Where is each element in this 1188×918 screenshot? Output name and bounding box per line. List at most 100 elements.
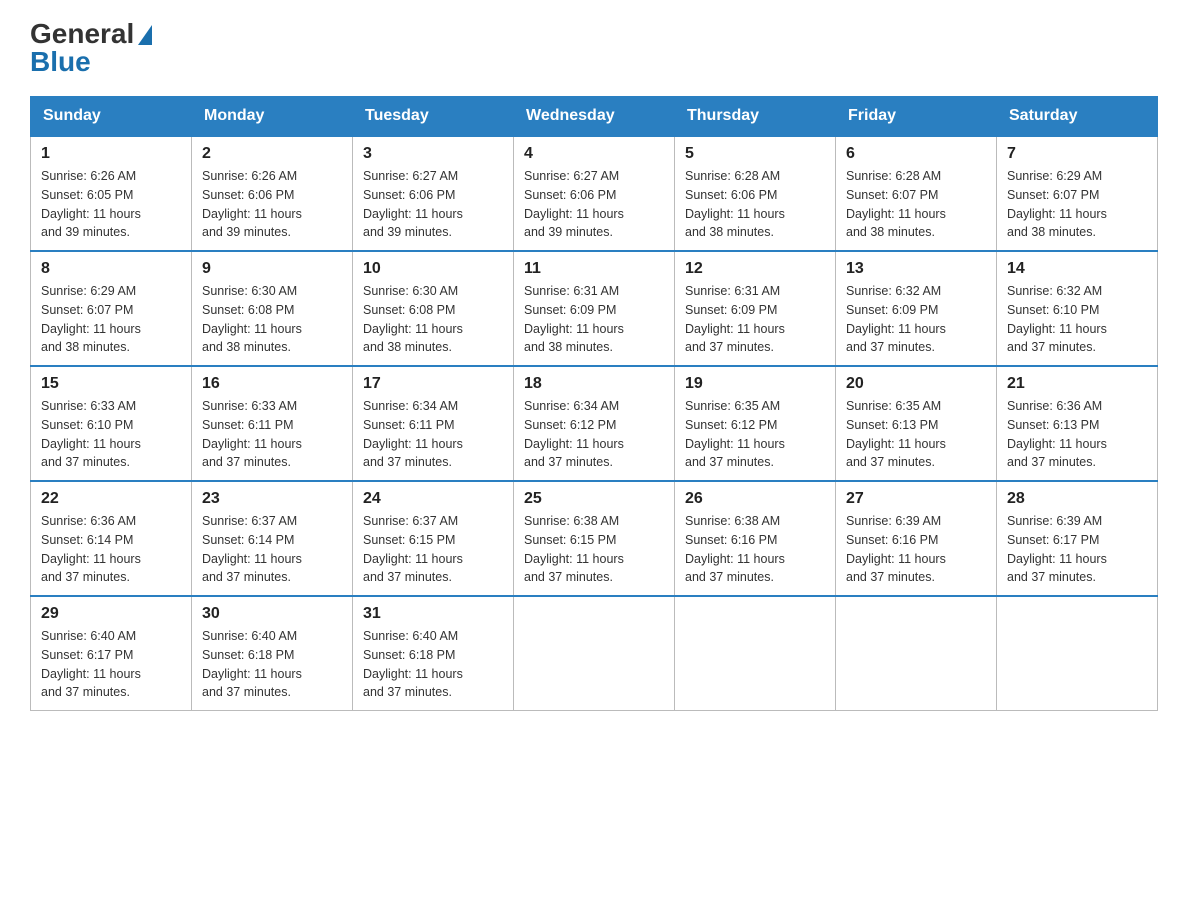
calendar-cell: 1 Sunrise: 6:26 AMSunset: 6:05 PMDaylight… (31, 136, 192, 251)
calendar-cell: 19 Sunrise: 6:35 AMSunset: 6:12 PMDayligh… (675, 366, 836, 481)
day-info: Sunrise: 6:37 AMSunset: 6:14 PMDaylight:… (202, 512, 342, 587)
day-info: Sunrise: 6:39 AMSunset: 6:16 PMDaylight:… (846, 512, 986, 587)
calendar-cell: 29 Sunrise: 6:40 AMSunset: 6:17 PMDayligh… (31, 596, 192, 711)
day-info: Sunrise: 6:33 AMSunset: 6:10 PMDaylight:… (41, 397, 181, 472)
day-info: Sunrise: 6:33 AMSunset: 6:11 PMDaylight:… (202, 397, 342, 472)
calendar-cell: 8 Sunrise: 6:29 AMSunset: 6:07 PMDaylight… (31, 251, 192, 366)
day-number: 6 (846, 145, 986, 163)
day-number: 3 (363, 145, 503, 163)
day-number: 15 (41, 375, 181, 393)
day-number: 14 (1007, 260, 1147, 278)
calendar-weekday-monday: Monday (192, 97, 353, 137)
day-info: Sunrise: 6:28 AMSunset: 6:06 PMDaylight:… (685, 167, 825, 242)
logo-general-text: General (30, 20, 152, 48)
calendar-weekday-sunday: Sunday (31, 97, 192, 137)
day-number: 25 (524, 490, 664, 508)
calendar-cell: 22 Sunrise: 6:36 AMSunset: 6:14 PMDayligh… (31, 481, 192, 596)
calendar-cell: 27Sunrise: 6:39 AMSunset: 6:16 PMDayligh… (836, 481, 997, 596)
day-number: 2 (202, 145, 342, 163)
calendar-cell: 30 Sunrise: 6:40 AMSunset: 6:18 PMDayligh… (192, 596, 353, 711)
calendar-cell: 31 Sunrise: 6:40 AMSunset: 6:18 PMDayligh… (353, 596, 514, 711)
day-info: Sunrise: 6:38 AMSunset: 6:16 PMDaylight:… (685, 512, 825, 587)
page-header: General Blue (30, 20, 1158, 76)
calendar-weekday-tuesday: Tuesday (353, 97, 514, 137)
calendar-cell (836, 596, 997, 711)
day-info: Sunrise: 6:39 AMSunset: 6:17 PMDaylight:… (1007, 512, 1147, 587)
calendar-cell (997, 596, 1158, 711)
day-info: Sunrise: 6:29 AMSunset: 6:07 PMDaylight:… (1007, 167, 1147, 242)
day-number: 26 (685, 490, 825, 508)
calendar-cell (514, 596, 675, 711)
calendar-cell: 4 Sunrise: 6:27 AMSunset: 6:06 PMDaylight… (514, 136, 675, 251)
calendar-weekday-friday: Friday (836, 97, 997, 137)
logo-triangle-icon (138, 25, 152, 45)
day-number: 22 (41, 490, 181, 508)
day-number: 4 (524, 145, 664, 163)
day-number: 28 (1007, 490, 1147, 508)
day-info: Sunrise: 6:35 AMSunset: 6:13 PMDaylight:… (846, 397, 986, 472)
calendar-header-row: SundayMondayTuesdayWednesdayThursdayFrid… (31, 97, 1158, 137)
calendar-cell: 11 Sunrise: 6:31 AMSunset: 6:09 PMDayligh… (514, 251, 675, 366)
day-info: Sunrise: 6:36 AMSunset: 6:14 PMDaylight:… (41, 512, 181, 587)
day-info: Sunrise: 6:34 AMSunset: 6:12 PMDaylight:… (524, 397, 664, 472)
day-number: 7 (1007, 145, 1147, 163)
calendar-cell: 10 Sunrise: 6:30 AMSunset: 6:08 PMDayligh… (353, 251, 514, 366)
calendar-cell: 13Sunrise: 6:32 AMSunset: 6:09 PMDayligh… (836, 251, 997, 366)
day-info: Sunrise: 6:34 AMSunset: 6:11 PMDaylight:… (363, 397, 503, 472)
day-info: Sunrise: 6:35 AMSunset: 6:12 PMDaylight:… (685, 397, 825, 472)
day-number: 31 (363, 605, 503, 623)
day-info: Sunrise: 6:40 AMSunset: 6:17 PMDaylight:… (41, 627, 181, 702)
calendar-cell: 14 Sunrise: 6:32 AMSunset: 6:10 PMDayligh… (997, 251, 1158, 366)
day-info: Sunrise: 6:37 AMSunset: 6:15 PMDaylight:… (363, 512, 503, 587)
day-number: 5 (685, 145, 825, 163)
day-number: 10 (363, 260, 503, 278)
day-info: Sunrise: 6:40 AMSunset: 6:18 PMDaylight:… (202, 627, 342, 702)
calendar-cell: 7 Sunrise: 6:29 AMSunset: 6:07 PMDaylight… (997, 136, 1158, 251)
calendar-cell: 23 Sunrise: 6:37 AMSunset: 6:14 PMDayligh… (192, 481, 353, 596)
calendar-cell: 24 Sunrise: 6:37 AMSunset: 6:15 PMDayligh… (353, 481, 514, 596)
day-info: Sunrise: 6:32 AMSunset: 6:09 PMDaylight:… (846, 282, 986, 357)
calendar-cell: 20 Sunrise: 6:35 AMSunset: 6:13 PMDayligh… (836, 366, 997, 481)
logo-blue-text: Blue (30, 48, 91, 76)
day-info: Sunrise: 6:28 AMSunset: 6:07 PMDaylight:… (846, 167, 986, 242)
day-info: Sunrise: 6:26 AMSunset: 6:06 PMDaylight:… (202, 167, 342, 242)
day-info: Sunrise: 6:31 AMSunset: 6:09 PMDaylight:… (524, 282, 664, 357)
calendar-cell: 9Sunrise: 6:30 AMSunset: 6:08 PMDaylight… (192, 251, 353, 366)
calendar-cell: 21Sunrise: 6:36 AMSunset: 6:13 PMDayligh… (997, 366, 1158, 481)
day-number: 23 (202, 490, 342, 508)
calendar-cell: 15 Sunrise: 6:33 AMSunset: 6:10 PMDayligh… (31, 366, 192, 481)
day-number: 18 (524, 375, 664, 393)
day-number: 21 (1007, 375, 1147, 393)
calendar-cell: 2 Sunrise: 6:26 AMSunset: 6:06 PMDaylight… (192, 136, 353, 251)
calendar-table: SundayMondayTuesdayWednesdayThursdayFrid… (30, 96, 1158, 711)
calendar-cell: 6 Sunrise: 6:28 AMSunset: 6:07 PMDaylight… (836, 136, 997, 251)
calendar-cell: 26 Sunrise: 6:38 AMSunset: 6:16 PMDayligh… (675, 481, 836, 596)
day-number: 20 (846, 375, 986, 393)
day-number: 24 (363, 490, 503, 508)
day-info: Sunrise: 6:27 AMSunset: 6:06 PMDaylight:… (363, 167, 503, 242)
logo: General Blue (30, 20, 152, 76)
day-number: 30 (202, 605, 342, 623)
day-info: Sunrise: 6:30 AMSunset: 6:08 PMDaylight:… (363, 282, 503, 357)
week-row-3: 15 Sunrise: 6:33 AMSunset: 6:10 PMDayligh… (31, 366, 1158, 481)
day-info: Sunrise: 6:29 AMSunset: 6:07 PMDaylight:… (41, 282, 181, 357)
calendar-cell: 5 Sunrise: 6:28 AMSunset: 6:06 PMDaylight… (675, 136, 836, 251)
day-info: Sunrise: 6:40 AMSunset: 6:18 PMDaylight:… (363, 627, 503, 702)
day-number: 1 (41, 145, 181, 163)
calendar-cell: 17 Sunrise: 6:34 AMSunset: 6:11 PMDayligh… (353, 366, 514, 481)
day-info: Sunrise: 6:27 AMSunset: 6:06 PMDaylight:… (524, 167, 664, 242)
day-number: 11 (524, 260, 664, 278)
week-row-5: 29 Sunrise: 6:40 AMSunset: 6:17 PMDayligh… (31, 596, 1158, 711)
day-number: 8 (41, 260, 181, 278)
day-number: 16 (202, 375, 342, 393)
calendar-cell (675, 596, 836, 711)
day-info: Sunrise: 6:38 AMSunset: 6:15 PMDaylight:… (524, 512, 664, 587)
day-info: Sunrise: 6:30 AMSunset: 6:08 PMDaylight:… (202, 282, 342, 357)
calendar-cell: 18 Sunrise: 6:34 AMSunset: 6:12 PMDayligh… (514, 366, 675, 481)
calendar-weekday-saturday: Saturday (997, 97, 1158, 137)
day-info: Sunrise: 6:26 AMSunset: 6:05 PMDaylight:… (41, 167, 181, 242)
day-info: Sunrise: 6:32 AMSunset: 6:10 PMDaylight:… (1007, 282, 1147, 357)
day-number: 19 (685, 375, 825, 393)
day-number: 29 (41, 605, 181, 623)
day-number: 17 (363, 375, 503, 393)
